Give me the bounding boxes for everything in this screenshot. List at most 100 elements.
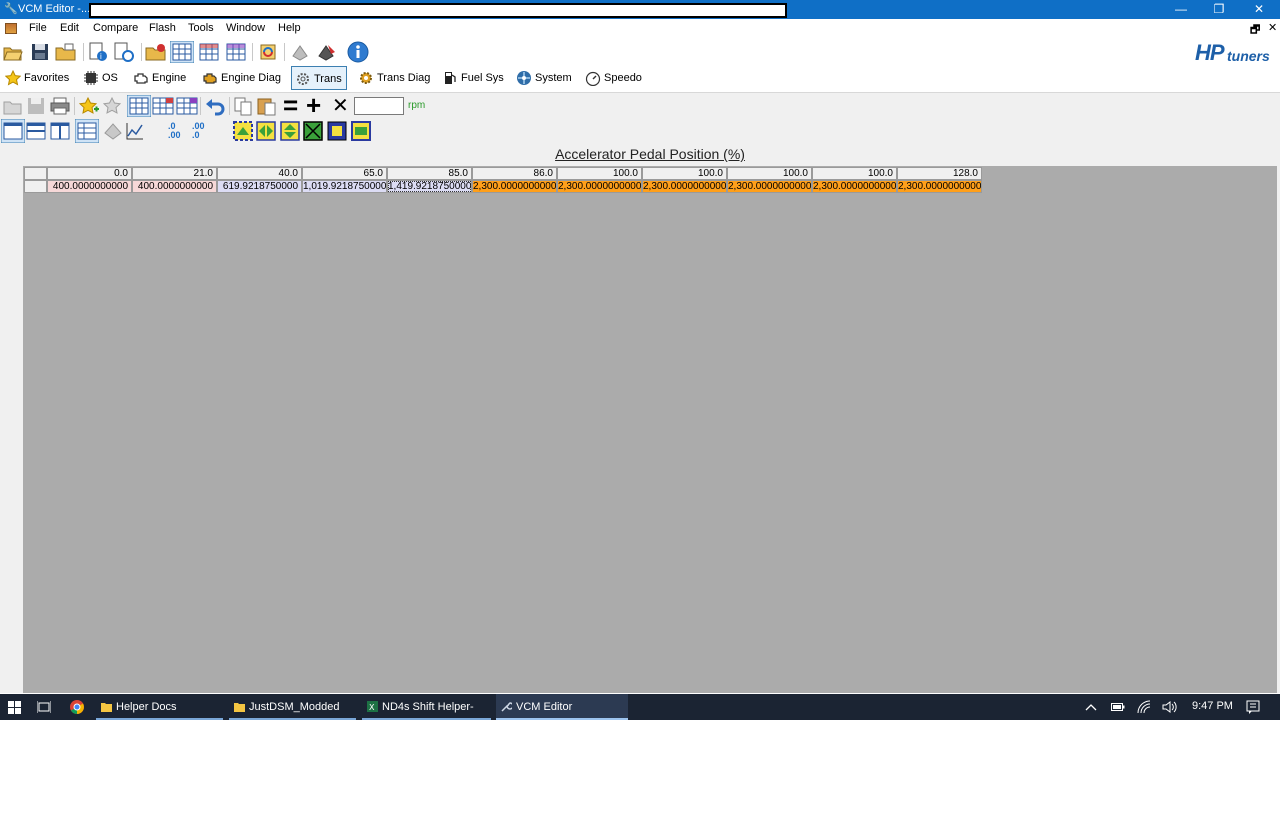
task-view-icon[interactable] — [37, 700, 51, 714]
rpm-value-input[interactable] — [354, 97, 404, 115]
vehicle-info-icon[interactable]: i — [88, 42, 108, 62]
table-cell[interactable]: 2,300.0000000000 — [472, 180, 557, 193]
save-icon[interactable] — [31, 43, 49, 61]
wifi-icon[interactable] — [1137, 700, 1151, 714]
taskbar-item-excel[interactable]: X ND4s Shift Helper-07... — [362, 694, 491, 739]
fill-icon[interactable] — [327, 121, 347, 141]
menu-edit[interactable]: Edit — [60, 22, 79, 34]
horizontal-split-icon[interactable] — [26, 121, 46, 141]
menu-help[interactable]: Help — [278, 22, 301, 34]
chrome-icon[interactable] — [70, 700, 84, 714]
column-header[interactable]: 85.0 — [387, 167, 472, 180]
info-icon[interactable] — [347, 41, 369, 63]
add-button[interactable]: + — [306, 92, 321, 118]
column-header[interactable]: 100.0 — [557, 167, 642, 180]
column-header[interactable]: 86.0 — [472, 167, 557, 180]
open-icon[interactable] — [3, 97, 23, 115]
smooth-icon[interactable] — [303, 121, 323, 141]
tray-chevron-up-icon[interactable] — [1085, 702, 1097, 712]
mdi-restore-button[interactable]: 🗗 — [1250, 21, 1260, 40]
menu-file[interactable]: File — [29, 22, 47, 34]
column-header[interactable]: 100.0 — [727, 167, 812, 180]
menu-compare[interactable]: Compare — [93, 22, 138, 34]
table-cell[interactable]: 1,419.9218750000 — [387, 180, 472, 193]
corner-cell[interactable] — [24, 167, 47, 180]
column-header[interactable]: 0.0 — [47, 167, 132, 180]
copy-icon[interactable] — [233, 96, 255, 116]
table-cell[interactable]: 2,300.0000000000 — [557, 180, 642, 193]
column-header[interactable]: 100.0 — [642, 167, 727, 180]
single-view-icon[interactable] — [1, 119, 25, 143]
table-grid-icon[interactable] — [75, 119, 99, 143]
menu-flash[interactable]: Flash — [149, 22, 176, 34]
table-editor-icon[interactable] — [170, 41, 194, 63]
tab-speedo[interactable]: Speedo — [582, 66, 646, 90]
table-cell[interactable]: 400.0000000000 — [47, 180, 132, 193]
print-icon[interactable] — [50, 97, 70, 115]
table-diff-icon[interactable] — [226, 42, 246, 62]
table-compare-purple-icon[interactable] — [176, 96, 198, 116]
open-file-icon[interactable] — [55, 43, 77, 61]
column-header[interactable]: 128.0 — [897, 167, 982, 180]
row-header[interactable] — [24, 180, 47, 193]
column-header[interactable]: 21.0 — [132, 167, 217, 180]
table-cell[interactable]: 2,300.0000000000 — [642, 180, 727, 193]
line-graph-icon[interactable] — [125, 121, 145, 141]
battery-icon[interactable] — [1111, 702, 1125, 712]
multiply-button[interactable]: ✕ — [332, 94, 349, 118]
table-view-icon[interactable] — [127, 95, 151, 117]
taskbar-item-vcm-editor[interactable]: VCM Editor -...ers\Log... — [496, 694, 628, 739]
remove-favorite-icon[interactable] — [102, 96, 124, 116]
taskbar-clock[interactable]: 9:47 PM — [1192, 700, 1233, 712]
column-header[interactable]: 40.0 — [217, 167, 302, 180]
tab-trans[interactable]: Trans — [291, 66, 347, 90]
tab-os[interactable]: OS — [80, 66, 122, 90]
table-cell[interactable]: 400.0000000000 — [132, 180, 217, 193]
3d-surface-icon[interactable] — [103, 121, 123, 141]
table-compare-icon[interactable] — [199, 42, 219, 62]
increase-decimals-button[interactable]: .0 .00 — [168, 122, 181, 140]
taskbar-item-justdsm[interactable]: JustDSM_Modded — [229, 694, 356, 720]
table-cell[interactable]: 2,300.0000000000 — [812, 180, 897, 193]
undo-icon[interactable] — [204, 96, 226, 116]
save-disabled-icon[interactable] — [27, 97, 45, 115]
volume-icon[interactable] — [1162, 700, 1178, 714]
close-button[interactable]: ✕ — [1240, 0, 1278, 19]
tab-favorites[interactable]: Favorites — [2, 66, 73, 90]
interpolate-icon[interactable] — [233, 121, 253, 141]
interpolate-horizontal-icon[interactable] — [256, 121, 276, 141]
menu-window[interactable]: Window — [226, 22, 265, 34]
mdi-close-button[interactable]: ✕ — [1268, 21, 1277, 34]
column-header[interactable]: 100.0 — [812, 167, 897, 180]
minimize-button[interactable]: — — [1162, 0, 1200, 19]
tab-trans-diag[interactable]: Trans Diag — [355, 66, 434, 90]
table-compare-red-icon[interactable] — [152, 96, 174, 116]
sync-icon[interactable] — [258, 42, 278, 62]
taskbar-item-helper-docs[interactable]: Helper Docs — [96, 694, 223, 720]
fill-center-icon[interactable] — [351, 121, 371, 141]
tab-engine[interactable]: Engine — [130, 66, 190, 90]
table-cell[interactable]: 1,019.9218750000 — [302, 180, 387, 193]
write-vehicle-icon[interactable] — [316, 42, 338, 62]
menu-tools[interactable]: Tools — [188, 22, 214, 34]
folder-star-icon[interactable] — [145, 42, 167, 62]
history-icon[interactable] — [113, 42, 135, 62]
mdi-window-icon[interactable] — [5, 23, 17, 34]
open-folder-icon[interactable] — [3, 43, 23, 61]
vertical-split-icon[interactable] — [50, 121, 70, 141]
notifications-icon[interactable] — [1246, 700, 1260, 714]
equals-button[interactable]: = — [283, 92, 298, 118]
interpolate-vertical-icon[interactable] — [280, 121, 300, 141]
read-vehicle-icon[interactable] — [290, 42, 310, 62]
restore-button[interactable]: ❐ — [1200, 0, 1238, 19]
column-header[interactable]: 65.0 — [302, 167, 387, 180]
tab-system[interactable]: System — [513, 66, 576, 90]
tab-engine-diag[interactable]: Engine Diag — [199, 66, 285, 90]
title-bar[interactable]: 🔧 VCM Editor -...er — ❐ ✕ — [0, 0, 1280, 19]
table-cell[interactable]: 619.9218750000 — [217, 180, 302, 193]
paste-icon[interactable] — [256, 96, 278, 116]
tab-fuel-sys[interactable]: Fuel Sys — [439, 66, 508, 90]
table-cell[interactable]: 2,300.0000000000 — [727, 180, 812, 193]
add-favorite-icon[interactable] — [78, 96, 100, 116]
windows-start-icon[interactable] — [8, 701, 21, 714]
